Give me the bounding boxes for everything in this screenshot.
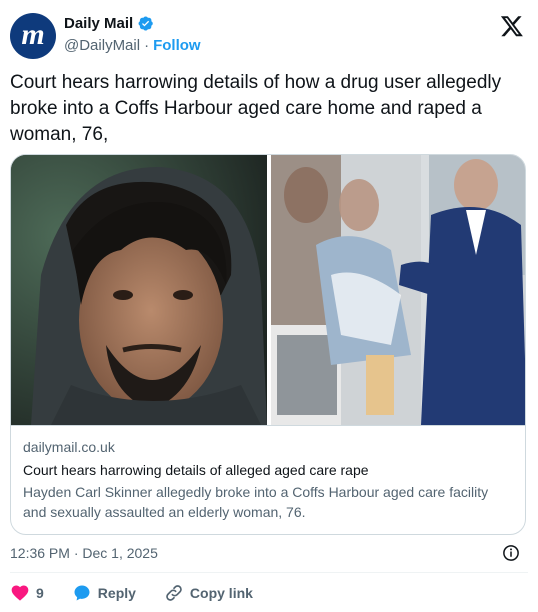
avatar-letter: m [21, 18, 45, 51]
portrait-illustration [11, 155, 267, 425]
card-description: Hayden Carl Skinner allegedly broke into… [23, 484, 489, 520]
copy-link-label: Copy link [189, 585, 253, 601]
tweet-header: m Daily Mail @DailyMail · Follow [10, 10, 528, 64]
card-domain[interactable]: dailymail.co.uk [23, 438, 515, 456]
like-button[interactable]: 9 [10, 583, 44, 603]
divider [10, 572, 528, 573]
timestamp-row: 12:36 PM · Dec 1, 2025 [10, 542, 528, 564]
author-name-row: Daily Mail [64, 15, 154, 32]
link-card[interactable]: dailymail.co.uk Court hears harrowing de… [10, 154, 526, 535]
avatar[interactable]: m [10, 13, 56, 59]
card-image-left [11, 155, 267, 425]
courthouse-scene-illustration [271, 155, 525, 425]
reply-bubble-icon [74, 585, 90, 601]
like-count: 9 [36, 585, 44, 601]
timestamp[interactable]: 12:36 PM · Dec 1, 2025 [10, 545, 158, 561]
reply-button[interactable]: Reply [72, 583, 136, 603]
card-title[interactable]: Court hears harrowing details of alleged… [23, 460, 515, 480]
verified-badge-icon [138, 16, 153, 31]
reply-label: Reply [97, 585, 136, 601]
follow-button[interactable]: Follow [153, 37, 201, 54]
separator-dot: · [144, 37, 150, 54]
info-icon[interactable] [502, 544, 520, 562]
author-name[interactable]: Daily Mail [64, 15, 133, 32]
tweet-text: Court hears harrowing details of how a d… [10, 72, 502, 145]
card-images[interactable] [11, 155, 525, 425]
card-meta[interactable]: dailymail.co.uk Court hears harrowing de… [11, 425, 525, 534]
x-logo-icon[interactable] [500, 14, 524, 38]
author-handle[interactable]: @DailyMail [64, 37, 140, 54]
card-image-right [271, 155, 525, 425]
link-icon [166, 585, 182, 601]
handle-row: @DailyMail · Follow [64, 37, 201, 54]
action-bar: 9 Reply Copy link [10, 580, 281, 606]
copy-link-button[interactable]: Copy link [164, 583, 253, 603]
heart-icon [11, 585, 29, 601]
